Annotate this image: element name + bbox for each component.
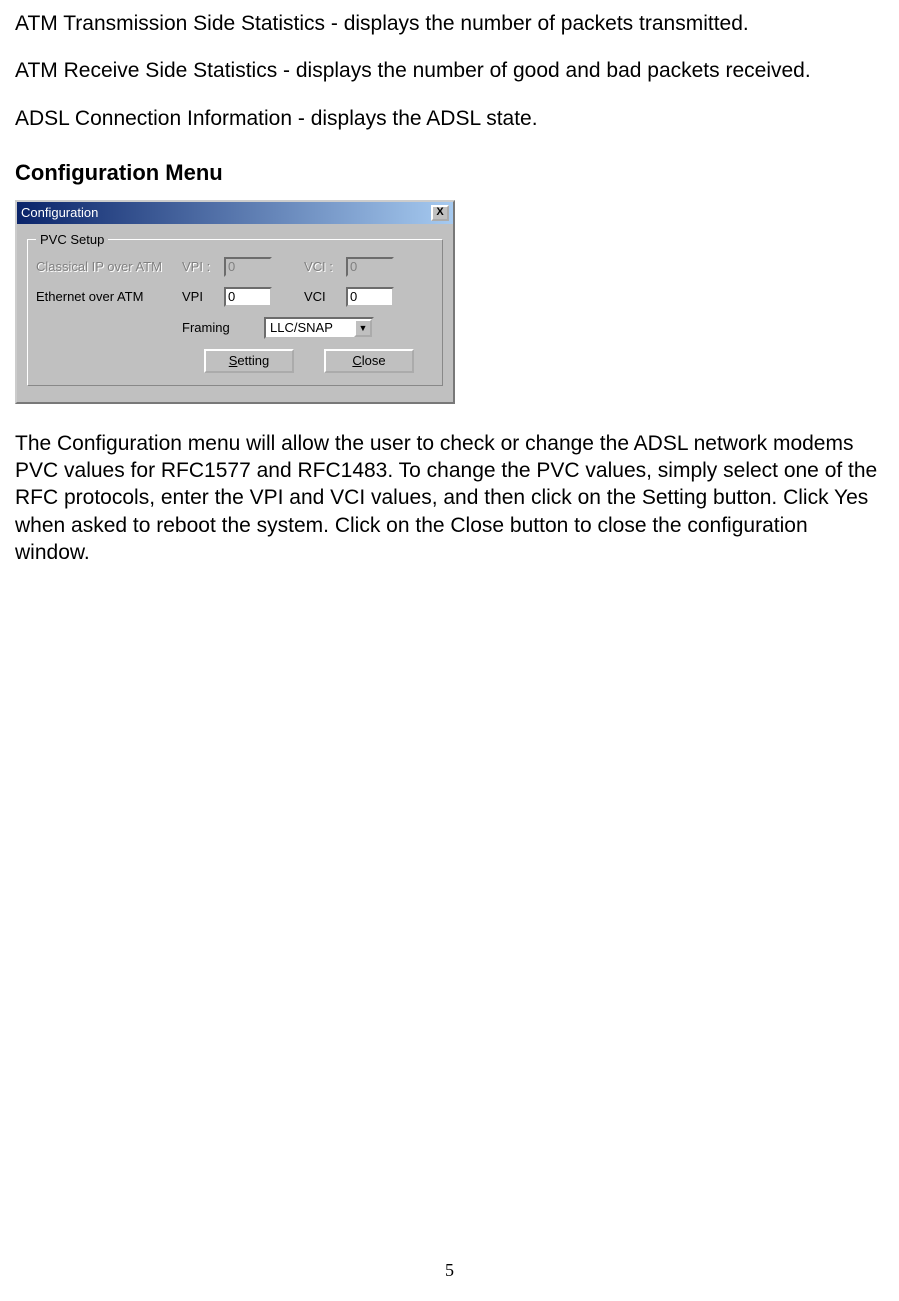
- label-vpi-1: VPI :: [182, 259, 218, 274]
- input-vci-2[interactable]: [346, 287, 394, 307]
- close-button-rest: lose: [362, 353, 386, 368]
- input-vpi-1: [224, 257, 272, 277]
- paragraph-atm-rx: ATM Receive Side Statistics - displays t…: [15, 57, 884, 84]
- groupbox-legend: PVC Setup: [36, 232, 108, 247]
- select-framing[interactable]: LLC/SNAP ▼: [264, 317, 374, 339]
- setting-button-rest: etting: [237, 353, 269, 368]
- configuration-dialog: Configuration X PVC Setup Classical IP o…: [15, 200, 455, 404]
- chevron-down-icon: ▼: [354, 319, 372, 337]
- label-vci-1: VCI :: [304, 259, 340, 274]
- dialog-close-button[interactable]: X: [431, 205, 449, 221]
- row-classical-ip: Classical IP over ATM VPI : VCI :: [36, 257, 434, 277]
- label-vci-2: VCI: [304, 289, 340, 304]
- row-ethernet-atm: Ethernet over ATM VPI VCI: [36, 287, 434, 307]
- dialog-button-row: Setting Close: [36, 349, 434, 373]
- input-vpi-2[interactable]: [224, 287, 272, 307]
- input-vci-1: [346, 257, 394, 277]
- paragraph-adsl-conn: ADSL Connection Information - displays t…: [15, 105, 884, 132]
- dialog-titlebar: Configuration X: [17, 202, 453, 224]
- dialog-title: Configuration: [21, 205, 98, 220]
- setting-button[interactable]: Setting: [204, 349, 294, 373]
- heading-configuration-menu: Configuration Menu: [15, 160, 884, 186]
- label-ethernet-atm: Ethernet over ATM: [36, 289, 176, 304]
- dialog-body: PVC Setup Classical IP over ATM VPI : VC…: [17, 224, 453, 402]
- close-button[interactable]: Close: [324, 349, 414, 373]
- label-vpi-2: VPI: [182, 289, 218, 304]
- row-framing: Framing LLC/SNAP ▼: [36, 317, 434, 339]
- pvc-setup-groupbox: PVC Setup Classical IP over ATM VPI : VC…: [27, 232, 443, 386]
- label-classical-ip: Classical IP over ATM: [36, 259, 176, 274]
- page-number: 5: [0, 1260, 899, 1281]
- paragraph-config-desc: The Configuration menu will allow the us…: [15, 430, 884, 566]
- select-framing-value: LLC/SNAP: [270, 320, 333, 335]
- paragraph-atm-tx: ATM Transmission Side Statistics - displ…: [15, 10, 884, 37]
- label-framing: Framing: [182, 320, 242, 335]
